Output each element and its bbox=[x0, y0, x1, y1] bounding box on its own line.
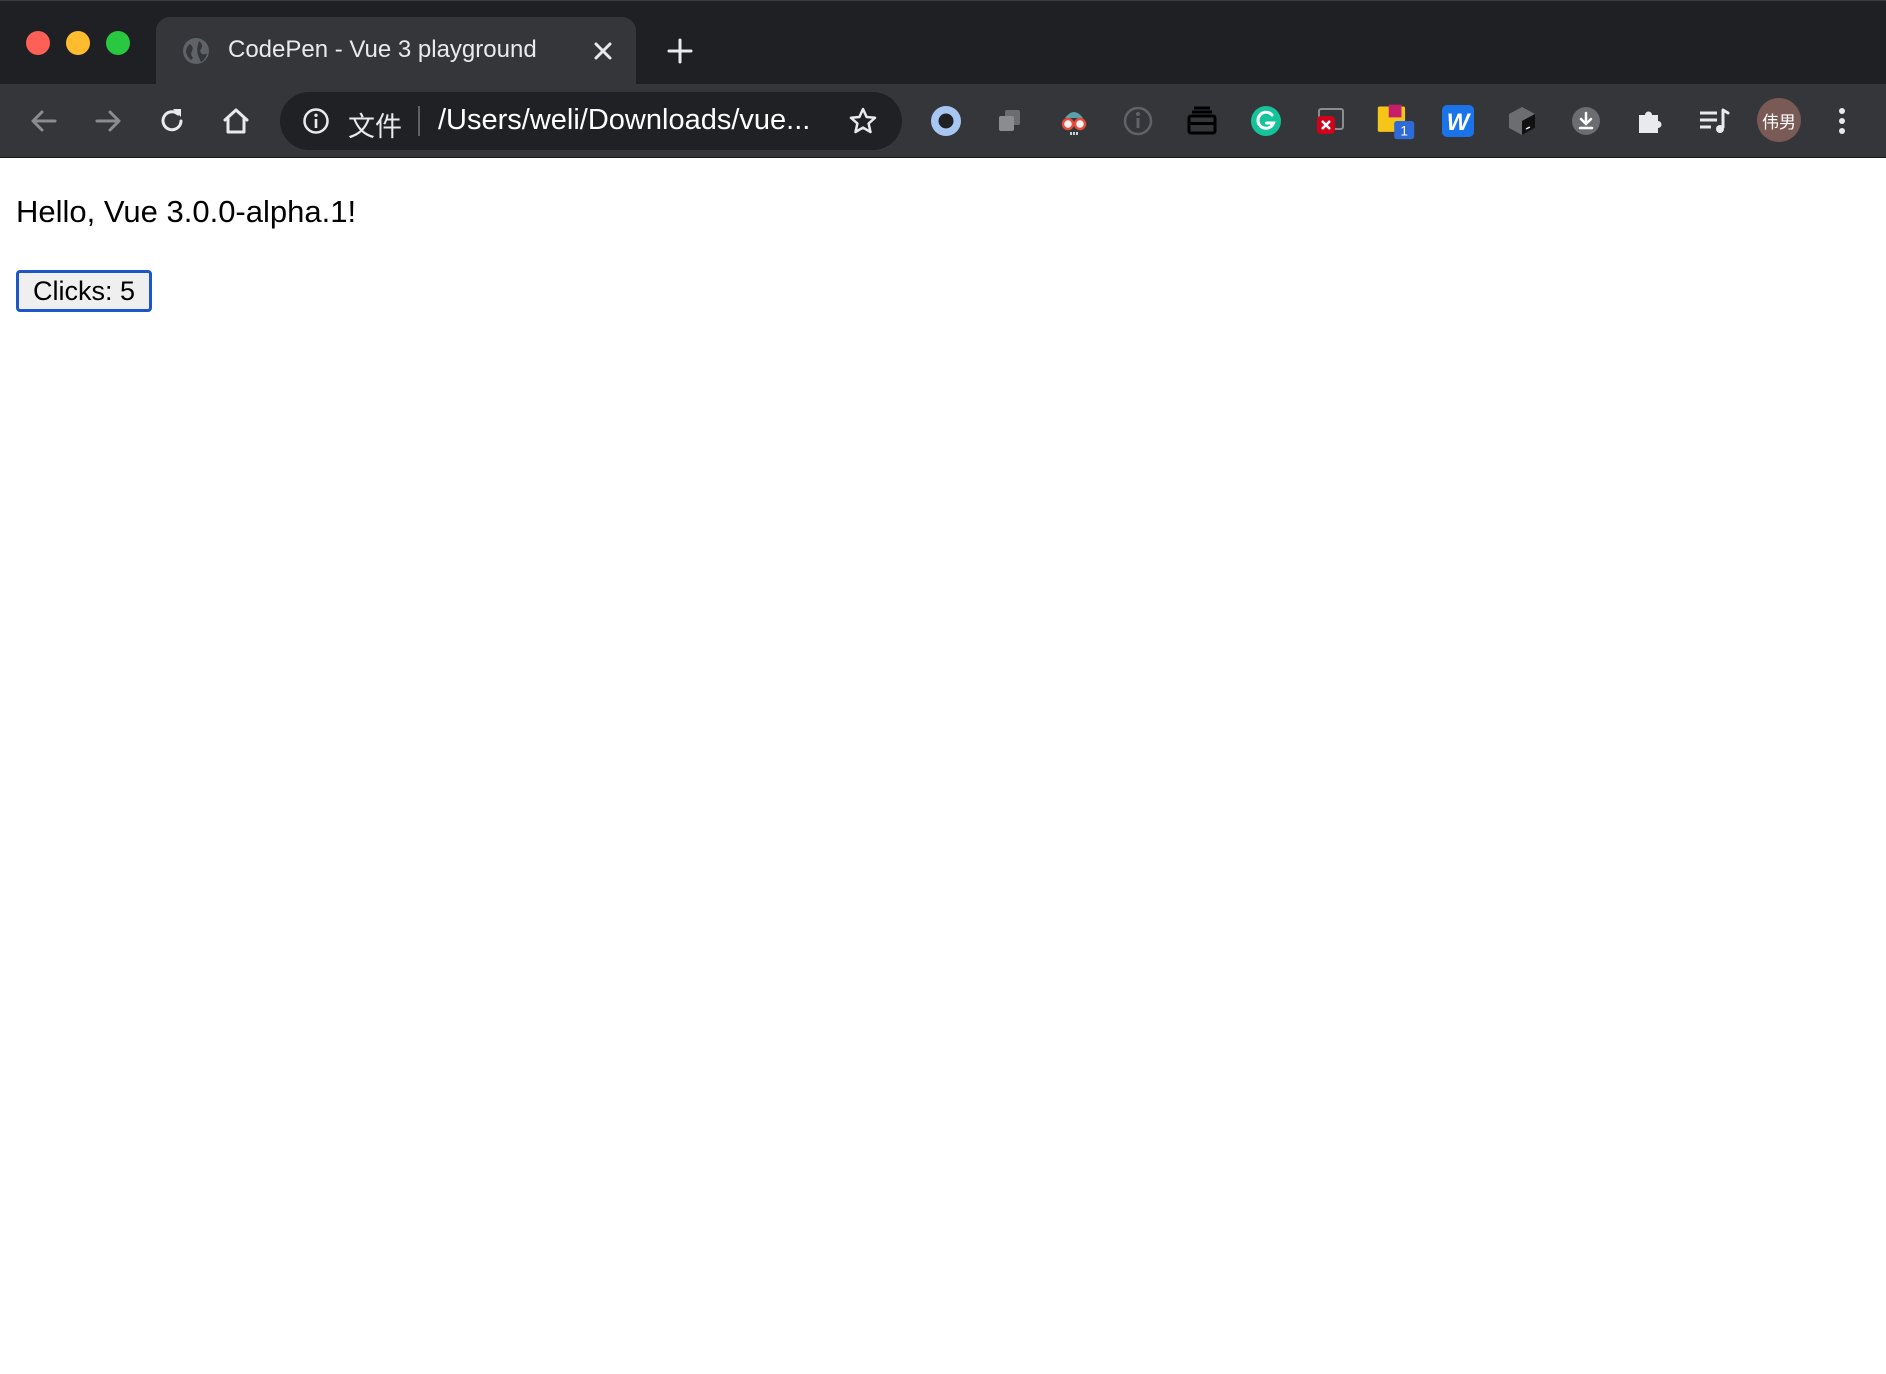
tab-active[interactable]: CodePen - Vue 3 playground bbox=[156, 17, 636, 85]
extension-spy-icon[interactable] bbox=[1054, 101, 1094, 141]
home-button[interactable] bbox=[216, 101, 256, 141]
wps-letter: W bbox=[1447, 109, 1472, 136]
star-icon[interactable] bbox=[848, 106, 878, 136]
media-control-icon[interactable] bbox=[1694, 101, 1734, 141]
forward-button[interactable] bbox=[88, 101, 128, 141]
reload-icon bbox=[161, 109, 183, 132]
extension-cube-icon[interactable] bbox=[1502, 101, 1542, 141]
tab-title: CodePen - Vue 3 playground bbox=[228, 36, 537, 63]
tab-strip: CodePen - Vue 3 playground bbox=[0, 0, 1886, 85]
extension-info-icon[interactable] bbox=[1118, 101, 1158, 141]
clicks-button[interactable]: Clicks: 5 bbox=[16, 270, 153, 312]
globe-icon bbox=[182, 37, 210, 65]
reload-button[interactable] bbox=[152, 101, 192, 141]
extension-badge-count: 1 bbox=[1400, 124, 1408, 139]
arrow-right-icon bbox=[95, 110, 121, 132]
wps-icon[interactable]: W bbox=[1438, 101, 1478, 141]
close-icon[interactable] bbox=[586, 34, 620, 68]
more-menu-icon[interactable] bbox=[1822, 101, 1862, 141]
new-tab-button[interactable] bbox=[660, 31, 700, 71]
puzzle-icon[interactable] bbox=[1630, 101, 1670, 141]
profile-avatar[interactable]: 伟男 bbox=[1757, 98, 1801, 142]
window-maximize-button[interactable] bbox=[106, 31, 130, 55]
divider bbox=[418, 106, 420, 136]
grammarly-icon[interactable] bbox=[1246, 101, 1286, 141]
browser-window: CodePen - Vue 3 playground 文件 /Users/wel… bbox=[0, 0, 1886, 1374]
url-scheme-label: 文件 bbox=[348, 112, 402, 143]
back-button[interactable] bbox=[24, 101, 64, 141]
plus-icon bbox=[667, 38, 693, 64]
address-bar[interactable]: 文件 /Users/weli/Downloads/vue... bbox=[280, 92, 902, 150]
url-text[interactable]: /Users/weli/Downloads/vue... bbox=[438, 104, 818, 137]
extension-circle-icon[interactable] bbox=[926, 101, 966, 141]
window-close-button[interactable] bbox=[26, 31, 50, 55]
home-icon bbox=[223, 108, 249, 134]
window-minimize-button[interactable] bbox=[66, 31, 90, 55]
extension-archive-icon[interactable] bbox=[1182, 101, 1222, 141]
extension-folder-icon[interactable]: 1 bbox=[1376, 101, 1416, 141]
extension-blocker-icon[interactable] bbox=[1310, 101, 1350, 141]
arrow-left-icon bbox=[31, 110, 57, 132]
greeting-text: Hello, Vue 3.0.0-alpha.1! bbox=[16, 194, 357, 229]
browser-toolbar: 文件 /Users/weli/Downloads/vue... 1 W 伟男 bbox=[0, 84, 1886, 158]
extension-copy-icon[interactable] bbox=[990, 101, 1030, 141]
download-icon[interactable] bbox=[1566, 101, 1606, 141]
page-content: Hello, Vue 3.0.0-alpha.1! Clicks: 5 bbox=[0, 158, 1886, 1374]
info-icon[interactable] bbox=[302, 107, 330, 135]
